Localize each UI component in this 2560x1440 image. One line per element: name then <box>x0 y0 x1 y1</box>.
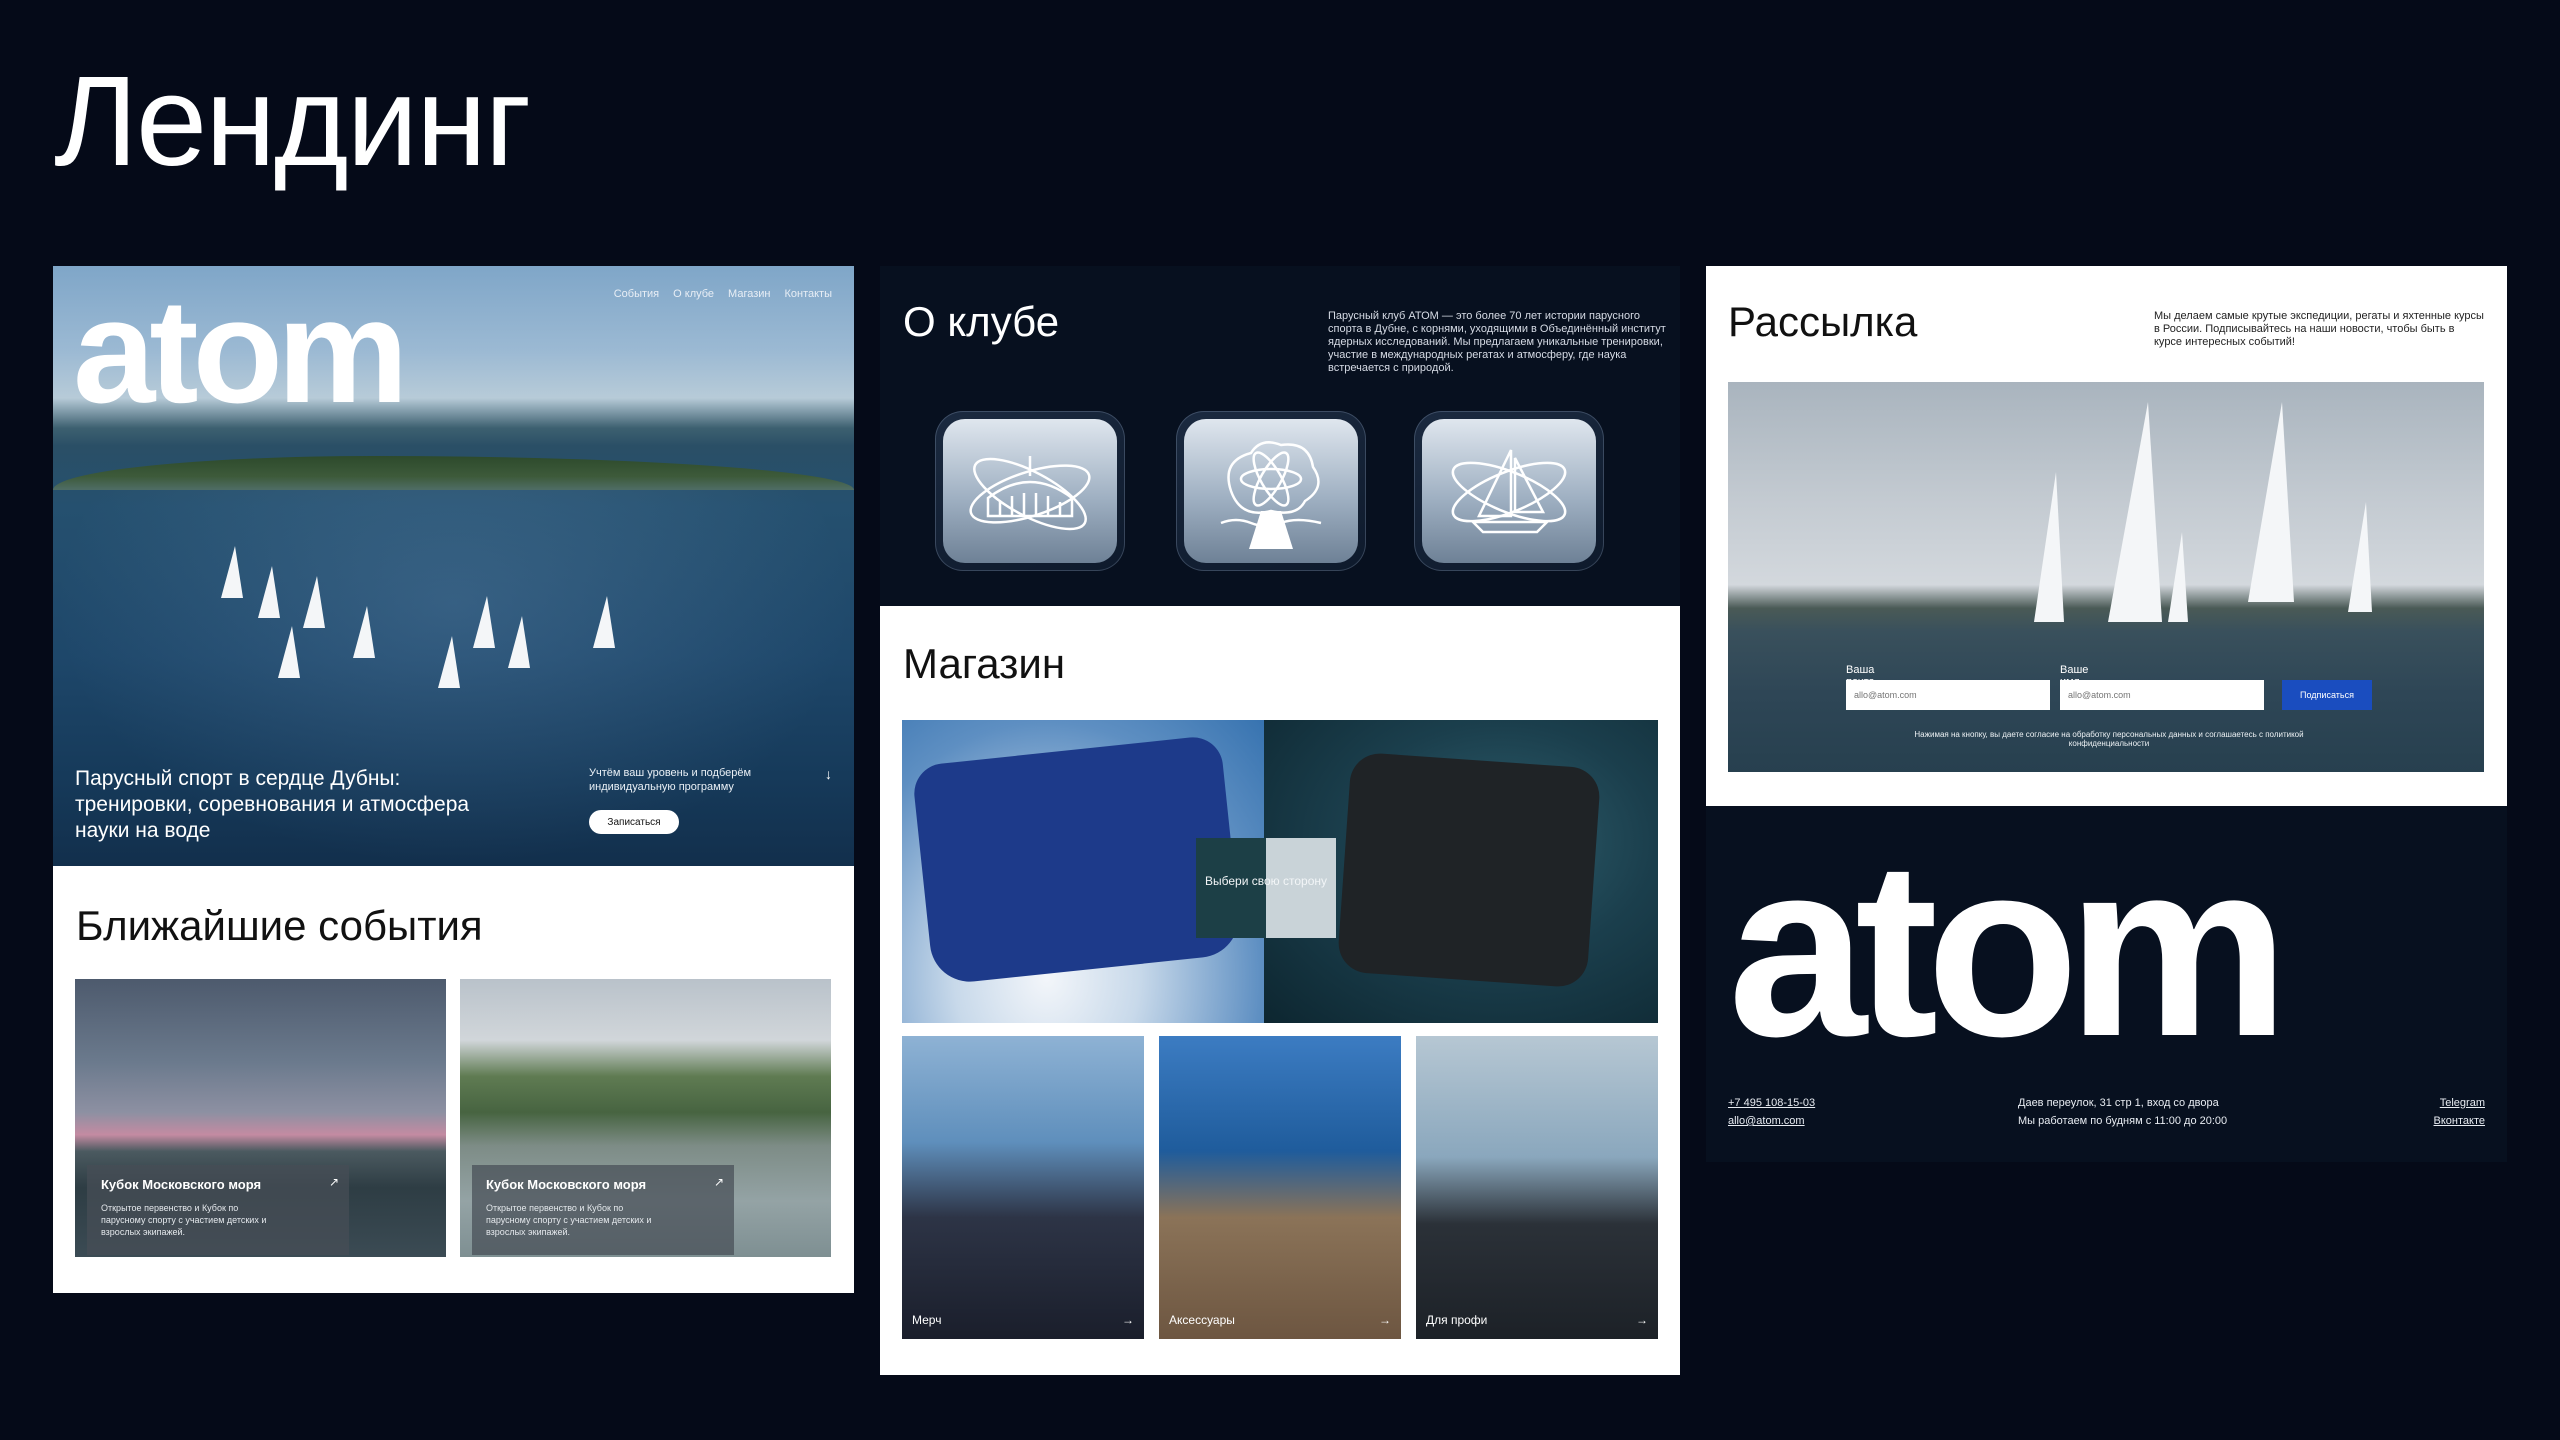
subscribe-button[interactable]: Подписаться <box>2282 680 2372 710</box>
newsletter-text: Мы делаем самые крутые экспедиции, регат… <box>2154 310 2484 348</box>
regatta-photo: Ваша почта Ваше имя Подписаться Нажимая … <box>1728 382 2484 772</box>
about-text: Парусный клуб АТОМ — это более 70 лет ис… <box>1328 310 1666 374</box>
hero-headline: Парусный спорт в сердце Дубны: тренировк… <box>75 767 470 842</box>
signup-button[interactable]: Записаться <box>589 810 679 834</box>
footer-contacts: +7 495 108-15-03 allo@atom.com <box>1728 1094 1815 1130</box>
footer-section: atom +7 495 108-15-03 allo@atom.com Даев… <box>1706 806 2507 1162</box>
hours-text: Мы работаем по будням с 11:00 до 20:00 <box>2018 1115 2228 1127</box>
arrow-up-right-icon[interactable]: ↗ <box>714 1175 724 1189</box>
vk-link[interactable]: Вконтакте <box>2434 1112 2485 1130</box>
shop-title: Магазин <box>903 640 1066 687</box>
sailboat <box>2108 402 2162 622</box>
category-label: Мерч <box>912 1313 942 1327</box>
atom-building-icon <box>935 411 1125 571</box>
shop-section: Магазин Выбери свою сторону Мерч → Аксес… <box>880 606 1680 1375</box>
sailboat <box>2034 472 2064 622</box>
footer-logo: atom <box>1728 809 2289 1088</box>
nav-item-about[interactable]: О клубе <box>673 288 714 300</box>
address-text: Даев переулок, 31 стр 1, вход со двора <box>2018 1097 2219 1109</box>
arrow-right-icon[interactable]: → <box>1122 1313 1134 1327</box>
treeline <box>53 456 854 490</box>
page-title: Лендинг <box>54 50 531 193</box>
blue-tshirt-image <box>911 734 1243 986</box>
footer-address: Даев переулок, 31 стр 1, вход со двора М… <box>2018 1094 2227 1130</box>
choose-side-label: Выбери свою сторону <box>1204 874 1327 888</box>
choose-side-dark <box>1196 838 1266 938</box>
hero-section: atom События О клубе Магазин Контакты Па… <box>53 266 854 866</box>
arrow-right-icon[interactable]: → <box>1379 1313 1391 1327</box>
events-section: Ближайшие события Кубок Московского моря… <box>53 866 854 1293</box>
email-link[interactable]: allo@atom.com <box>1728 1112 1815 1130</box>
nav-item-shop[interactable]: Магазин <box>728 288 770 300</box>
hero-subtext: Учтём ваш уровень и подберём индивидуаль… <box>589 767 752 793</box>
event-title: Кубок Московского моря <box>486 1177 647 1192</box>
sailboat <box>508 616 530 668</box>
event-card[interactable]: Кубок Московского моря Открытое первенст… <box>75 979 446 1257</box>
phone-link[interactable]: +7 495 108-15-03 <box>1728 1094 1815 1112</box>
nav-item-events[interactable]: События <box>614 288 659 300</box>
sailboat <box>278 626 300 678</box>
category-label: Аксессуары <box>1169 1313 1235 1327</box>
sailboat <box>438 636 460 688</box>
atom-sailboat-icon <box>1414 411 1604 571</box>
arrow-up-right-icon[interactable]: ↗ <box>329 1175 339 1189</box>
hero-nav: События О клубе Магазин Контакты <box>614 288 832 300</box>
newsletter-title: Рассылка <box>1728 298 1918 345</box>
nav-item-contacts[interactable]: Контакты <box>784 288 832 300</box>
sailboat <box>2248 402 2294 602</box>
arrow-right-icon[interactable]: → <box>1636 1313 1648 1327</box>
email-input[interactable] <box>1846 680 2050 710</box>
name-input[interactable] <box>2060 680 2264 710</box>
event-description: Открытое первенство и Кубок по парусному… <box>486 1203 652 1237</box>
category-card-merch[interactable]: Мерч → <box>902 1036 1144 1339</box>
sailboat <box>353 606 375 658</box>
hero-logo[interactable]: atom <box>73 278 409 426</box>
event-description: Открытое первенство и Кубок по парусному… <box>101 1203 267 1237</box>
event-card[interactable]: Кубок Московского моря Открытое первенст… <box>460 979 831 1257</box>
about-title: О клубе <box>903 298 1060 345</box>
sailboat <box>473 596 495 648</box>
category-card-accessories[interactable]: Аксессуары → <box>1159 1036 1401 1339</box>
dark-tshirt-image <box>1336 751 1602 989</box>
events-title: Ближайшие события <box>76 902 483 949</box>
category-card-pro[interactable]: Для профи → <box>1416 1036 1658 1339</box>
shop-hero-banner[interactable]: Выбери свою сторону <box>902 720 1658 1023</box>
event-card-overlay: Кубок Московского моря Открытое первенст… <box>87 1165 349 1255</box>
arrow-down-icon[interactable]: ↓ <box>825 766 832 782</box>
footer-social: Telegram Вконтакте <box>2434 1094 2485 1130</box>
atom-tree-icon <box>1176 411 1366 571</box>
sailboat <box>221 546 243 598</box>
sailboat <box>593 596 615 648</box>
sailboat <box>2168 532 2188 622</box>
sailboat <box>258 566 280 618</box>
telegram-link[interactable]: Telegram <box>2434 1094 2485 1112</box>
choose-side-block[interactable]: Выбери свою сторону <box>1196 838 1336 938</box>
event-title: Кубок Московского моря <box>101 1177 262 1192</box>
sailboat <box>303 576 325 628</box>
newsletter-section: Рассылка Мы делаем самые крутые экспедиц… <box>1706 266 2507 806</box>
consent-text: Нажимая на кнопку, вы даете согласие на … <box>1914 730 2304 748</box>
category-label: Для профи <box>1426 1313 1488 1327</box>
event-card-overlay: Кубок Московского моря Открытое первенст… <box>472 1165 734 1255</box>
about-section: О клубе Парусный клуб АТОМ — это более 7… <box>880 266 1680 606</box>
choose-side-light <box>1266 838 1336 938</box>
sailboat <box>2348 502 2372 612</box>
